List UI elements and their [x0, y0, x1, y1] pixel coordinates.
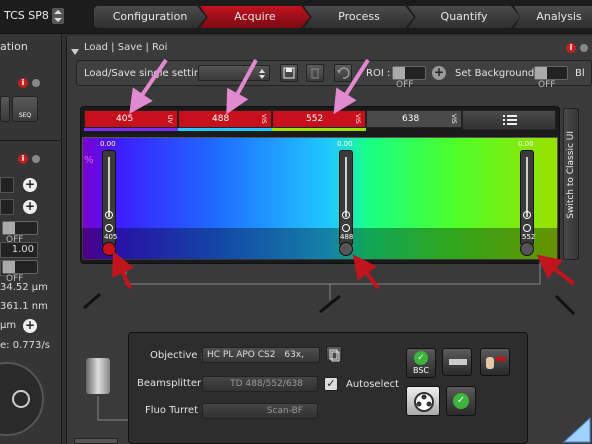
annotation-arrows — [112, 58, 576, 290]
arrow-488 — [226, 59, 258, 115]
arrow-405 — [129, 58, 168, 114]
arrow-knob-552 — [536, 254, 576, 286]
arrow-552 — [333, 58, 370, 115]
arrow-knob-488 — [352, 254, 380, 290]
arrow-knob-405 — [112, 251, 134, 289]
